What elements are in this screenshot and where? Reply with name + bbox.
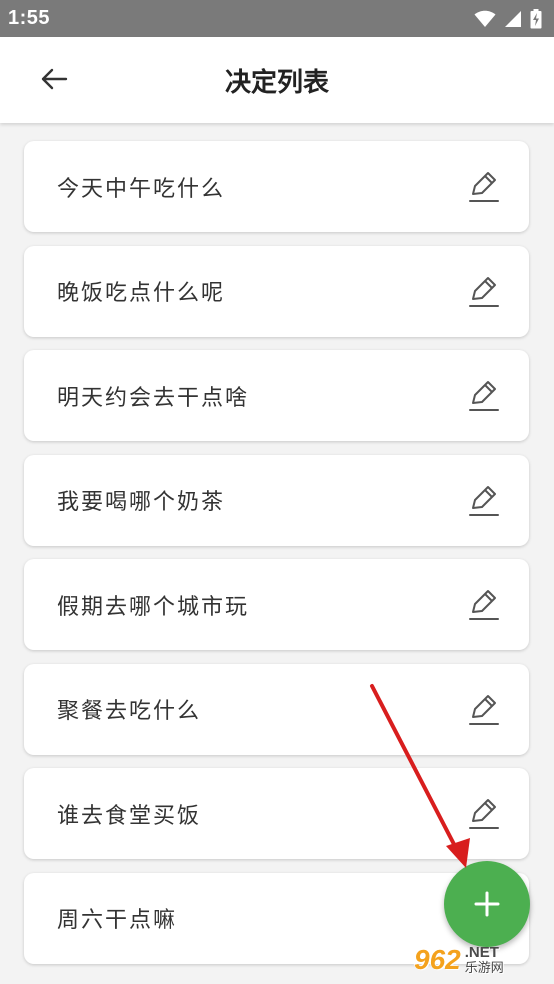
edit-button[interactable] [467,587,501,623]
pencil-edit-icon [469,381,499,411]
pencil-edit-icon [469,590,499,620]
status-time: 1:55 [8,7,51,29]
arrow-left-icon [41,68,68,90]
add-decision-button[interactable] [444,861,530,947]
edit-button[interactable] [467,796,501,832]
watermark-logo: 962 .NET 乐游网 [414,938,550,982]
decision-label: 假期去哪个城市玩 [57,594,250,620]
battery-charging-icon [530,8,542,28]
edit-button[interactable] [467,274,501,310]
edit-button[interactable] [467,378,501,414]
decision-item[interactable]: 我要喝哪个奶茶 [24,454,529,546]
pencil-edit-icon [469,276,499,307]
pencil-edit-icon [469,172,499,202]
app-bar: 决定列表 [0,37,554,123]
edit-button[interactable] [467,483,501,519]
decision-item[interactable]: 谁去食堂买饭 [24,768,529,859]
page-title: 决定列表 [224,67,329,98]
watermark-brand: 962 [414,944,461,975]
decision-label: 今天中午吃什么 [57,176,226,202]
plus-icon [474,891,500,917]
decision-label: 我要喝哪个奶茶 [57,490,226,515]
decision-item[interactable]: 今天中午吃什么 [24,141,529,232]
cell-signal-icon [505,10,521,27]
decision-item[interactable]: 聚餐去吃什么 [24,663,529,755]
status-bar: 1:55 [0,0,554,37]
decision-label: 晚饭吃点什么呢 [57,281,226,306]
decision-label: 周六干点嘛 [57,908,178,933]
decision-item[interactable]: 假期去哪个城市玩 [24,559,529,650]
pencil-edit-icon [469,485,499,516]
pencil-edit-icon [469,694,499,725]
watermark-site-name: 乐游网 [464,961,504,976]
back-button[interactable] [34,59,74,99]
decision-list: 今天中午吃什么 晚饭吃点什么呢 明天约会去干点啥 我要喝哪个奶茶 假期去哪个城市… [24,141,529,977]
pencil-edit-icon [469,799,499,829]
decision-item[interactable]: 晚饭吃点什么呢 [24,245,529,337]
edit-button[interactable] [467,169,501,205]
status-icons [474,8,542,29]
decision-label: 明天约会去干点啥 [57,385,250,411]
decision-label: 聚餐去吃什么 [57,699,202,724]
watermark-domain: .NET [464,944,499,961]
edit-button[interactable] [467,692,501,728]
decision-label: 谁去食堂买饭 [57,803,202,829]
wifi-icon [474,10,496,27]
decision-item[interactable]: 明天约会去干点啥 [24,350,529,441]
